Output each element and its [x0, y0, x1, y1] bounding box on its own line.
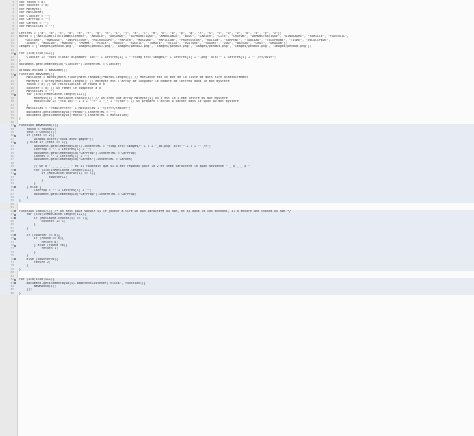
fold-toggle-icon[interactable]	[14, 141, 16, 144]
fold-toggle-icon[interactable]	[14, 282, 16, 285]
fold-toggle-icon[interactable]	[14, 217, 16, 220]
fold-toggle-icon[interactable]	[14, 213, 16, 216]
code-editor[interactable]: 1 var round = 0; 2 var counter = 0; 3 var Mot…	[0, 0, 474, 436]
fold-toggle-icon[interactable]	[14, 169, 16, 172]
fold-toggle-icon[interactable]	[14, 234, 16, 237]
fold-toggle-icon[interactable]	[14, 172, 16, 175]
line-number: 86	[10, 291, 14, 295]
fold-toggle-icon[interactable]	[14, 124, 16, 127]
fold-toggle-icon[interactable]	[14, 135, 16, 138]
code-area[interactable]: 1 var round = 0; 2 var counter = 0; 3 var Mot…	[0, 1, 474, 296]
fold-toggle-icon[interactable]	[14, 186, 16, 189]
fold-toggle-icon[interactable]	[14, 94, 16, 97]
fold-toggle-icon[interactable]	[14, 258, 16, 261]
fold-toggle-icon[interactable]	[14, 278, 16, 281]
code-text: }	[19, 291, 21, 295]
fold-toggle-icon[interactable]	[14, 53, 16, 56]
code-line[interactable]: 86}	[0, 291, 474, 296]
fold-toggle-icon[interactable]	[14, 237, 16, 240]
fold-toggle-icon[interactable]	[14, 73, 16, 76]
fold-toggle-icon[interactable]	[14, 210, 16, 213]
fold-toggle-icon[interactable]	[14, 244, 16, 247]
